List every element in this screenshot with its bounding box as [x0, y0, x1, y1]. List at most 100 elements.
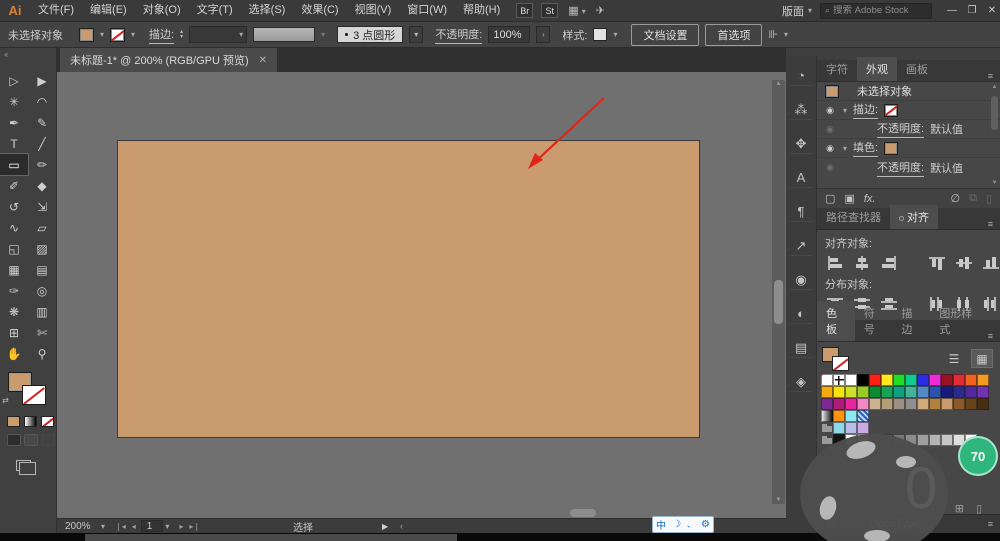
swatch-cell[interactable] — [857, 374, 869, 386]
menu-item-object[interactable]: 对象(O) — [135, 0, 189, 21]
restore-button[interactable]: ❐ — [964, 5, 980, 16]
free-transform-tool[interactable]: ▱ — [28, 217, 56, 238]
swatch-cell[interactable] — [869, 386, 881, 398]
visibility-eye-icon-dim[interactable]: ◉ — [823, 124, 837, 135]
align-left-button[interactable] — [826, 254, 843, 271]
swatch-cell[interactable] — [857, 386, 869, 398]
arrange-documents-icon[interactable]: ▦ ▾ — [568, 4, 585, 17]
perspective-grid-tool[interactable]: ▨ — [28, 238, 56, 259]
export-panel-icon[interactable]: ↗ — [790, 236, 812, 256]
gradient-tool[interactable]: ▤ — [28, 259, 56, 280]
swatch-cell[interactable] — [965, 398, 977, 410]
swatch-cell[interactable] — [881, 386, 893, 398]
swatch-cell[interactable] — [941, 398, 953, 410]
color-button[interactable] — [7, 416, 20, 427]
brush-definition-dropdown[interactable]: 3 点圆形 — [337, 26, 403, 43]
first-artboard-icon[interactable]: ❘◂ — [115, 522, 126, 531]
fill-opacity-label[interactable]: 不透明度: — [877, 159, 924, 177]
magic-wand-tool[interactable]: ✳ — [0, 91, 28, 112]
menu-item-window[interactable]: 窗口(W) — [399, 0, 455, 21]
curvature-tool[interactable]: ✎ — [28, 112, 56, 133]
stroke-none-chip[interactable] — [884, 104, 898, 117]
document-tab[interactable]: 未标题-1* @ 200% (RGB/GPU 预览) ✕ — [60, 48, 277, 72]
tab-character[interactable]: 字符 — [817, 57, 857, 81]
fill-color-chip-small[interactable] — [884, 142, 898, 155]
shaper-tool[interactable]: ✐ — [0, 175, 28, 196]
shape-panel-icon[interactable]: ◔ — [790, 66, 812, 86]
swatch-folder-icon[interactable] — [821, 422, 833, 434]
visibility-eye-icon-dim[interactable]: ◉ — [823, 162, 837, 173]
type-tool[interactable]: T — [0, 133, 28, 154]
pen-tool[interactable]: ✒ — [0, 112, 28, 133]
style-chevron-icon[interactable]: ▾ — [613, 30, 617, 39]
variable-width-profile-dropdown[interactable] — [253, 27, 315, 42]
swatch-cell[interactable] — [953, 374, 965, 386]
scroll-up-icon[interactable]: ▲ — [772, 81, 785, 87]
document-close-icon[interactable]: ✕ — [259, 55, 267, 66]
hand-tool[interactable]: ✋ — [0, 343, 28, 364]
duplicate-item-icon[interactable]: ⧉ — [969, 192, 977, 205]
swatch-cell[interactable] — [953, 386, 965, 398]
column-graph-tool[interactable]: ▥ — [28, 301, 56, 322]
tab-graphic-styles[interactable]: 图形样式 — [930, 301, 988, 341]
swatch-cell[interactable] — [929, 398, 941, 410]
appearance-row-stroke[interactable]: ◉ ▾ 描边: — [817, 101, 1000, 120]
swatch-cell[interactable] — [977, 374, 989, 386]
swatch-cell[interactable] — [977, 386, 989, 398]
stroke-weight-label[interactable]: 描边: — [149, 26, 174, 44]
panel-menu-icon[interactable]: ≡ — [988, 519, 994, 529]
align-glyph-icon[interactable]: ⊪ — [768, 28, 778, 41]
draw-inside-button[interactable] — [41, 434, 55, 446]
swatch-cell[interactable] — [833, 422, 845, 434]
swatch-cell[interactable] — [845, 386, 857, 398]
appearance-row-fill-opacity[interactable]: ◉ 不透明度: 默认值 — [817, 158, 1000, 177]
align-right-button[interactable] — [880, 254, 897, 271]
screen-mode-icon[interactable] — [16, 460, 31, 471]
swatch-cell[interactable] — [965, 374, 977, 386]
stroke-row-label[interactable]: 描边: — [853, 101, 878, 119]
fill-color-chip[interactable] — [79, 28, 94, 42]
swatch-cell[interactable] — [857, 422, 869, 434]
swatch-cell[interactable] — [893, 398, 905, 410]
swatch-cell[interactable] — [929, 434, 941, 446]
opacity-expand-button[interactable]: › — [536, 26, 550, 43]
stroke-color-chip[interactable] — [110, 28, 125, 42]
tab-artboards[interactable]: 画板 — [897, 57, 937, 81]
swatch-cell[interactable] — [917, 434, 929, 446]
symbol-sprayer-tool[interactable]: ❋ — [0, 301, 28, 322]
swatch-cell[interactable] — [821, 386, 833, 398]
menu-item-type[interactable]: 文字(T) — [189, 0, 241, 21]
swatch-cell[interactable] — [833, 398, 845, 410]
fill-chevron-icon[interactable]: ▾ — [100, 30, 104, 39]
ime-punctuation-icon[interactable]: 、 — [687, 519, 695, 530]
paragraph-styles-panel-icon[interactable]: ¶ — [790, 202, 812, 222]
add-new-effect-icon[interactable]: fx. — [864, 193, 876, 205]
status-play-icon[interactable]: ▶ — [382, 522, 388, 531]
artboard-tool[interactable]: ⊞ — [0, 322, 28, 343]
swatch-cell[interactable] — [845, 374, 857, 386]
swatch-cell[interactable] — [833, 374, 845, 386]
stroke-opacity-label[interactable]: 不透明度: — [877, 120, 924, 138]
align-vertical-center-button[interactable] — [956, 254, 973, 271]
swatch-cell[interactable] — [905, 398, 917, 410]
eyedropper-tool[interactable]: ✑ — [0, 280, 28, 301]
stroke-indicator[interactable] — [832, 356, 849, 371]
swatch-cell[interactable] — [869, 398, 881, 410]
status-mode-label[interactable]: 选择 — [293, 519, 313, 534]
add-new-stroke-icon[interactable]: ▢ — [825, 192, 835, 205]
nodes-panel-icon[interactable]: ⁂ — [790, 100, 812, 120]
swatch-fill-stroke-indicator[interactable] — [822, 347, 852, 375]
swatch-cell[interactable] — [941, 386, 953, 398]
eraser-tool[interactable]: ◆ — [28, 175, 56, 196]
draw-behind-button[interactable] — [24, 434, 38, 446]
menu-item-file[interactable]: 文件(F) — [30, 0, 82, 21]
swatch-cell[interactable] — [941, 434, 953, 446]
swatch-cell[interactable] — [905, 374, 917, 386]
swatch-cell[interactable] — [965, 386, 977, 398]
delete-item-icon[interactable]: ▯ — [986, 192, 992, 205]
vertical-scrollbar[interactable]: ▲ ▼ — [772, 80, 785, 504]
stroke-weight-dropdown[interactable]: ▾ — [189, 26, 247, 43]
appearance-row-fill[interactable]: ◉ ▾ 填色: — [817, 139, 1000, 158]
zoom-level-field[interactable]: 200% — [65, 521, 101, 532]
swatch-cell[interactable] — [881, 374, 893, 386]
